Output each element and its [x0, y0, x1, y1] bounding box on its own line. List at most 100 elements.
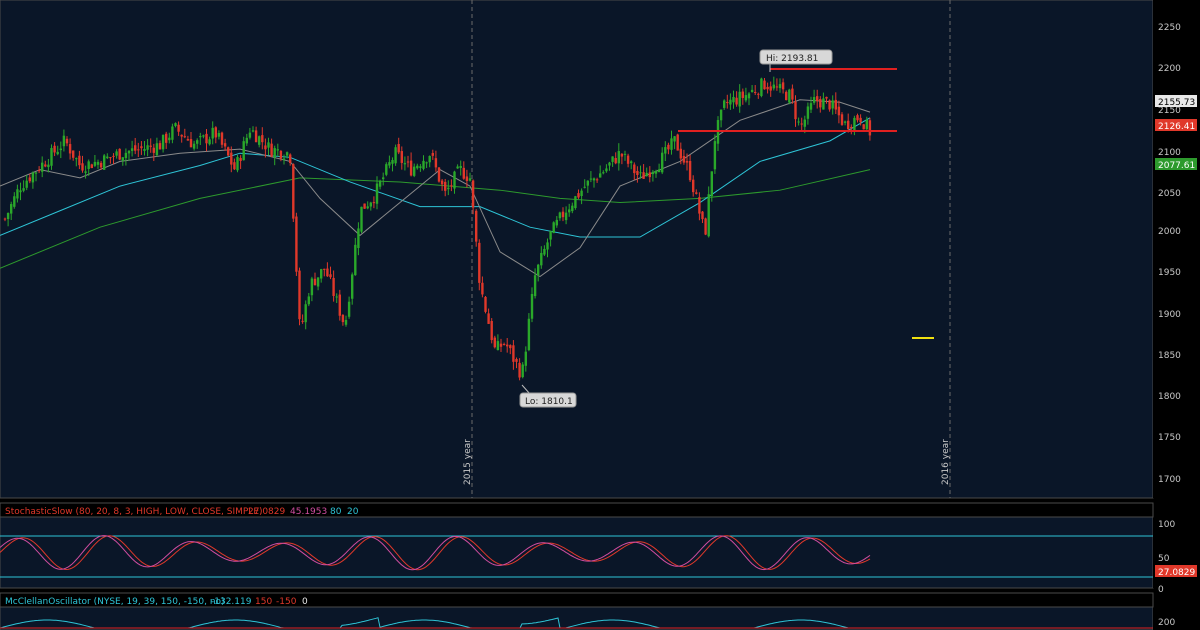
candle-body[interactable] [840, 114, 844, 125]
stochastic-title[interactable]: StochasticSlow (80, 20, 8, 3, HIGH, LOW,… [5, 507, 263, 517]
candle-body[interactable] [459, 165, 462, 168]
candle-body[interactable] [440, 180, 444, 185]
candle-body[interactable] [583, 186, 586, 188]
candle-body[interactable] [202, 135, 205, 137]
candle-body[interactable] [180, 134, 183, 137]
candle-body[interactable] [667, 144, 670, 150]
trading-chart[interactable]: 2015 year 2016 year 2250 2200 2150 2100 … [0, 0, 1200, 630]
candle-body[interactable] [648, 172, 651, 178]
candle-body[interactable] [19, 190, 22, 193]
candle-body[interactable] [868, 120, 872, 136]
mcclellan-title[interactable]: McClellanOscillator (NYSE, 19, 39, 150, … [5, 597, 225, 607]
candle-body[interactable] [481, 282, 484, 295]
candle-body[interactable] [196, 140, 199, 144]
candle-body[interactable] [165, 133, 168, 143]
candle-body[interactable] [375, 183, 379, 204]
candle-body[interactable] [865, 119, 868, 130]
candle-body[interactable] [320, 269, 323, 279]
candle-body[interactable] [137, 149, 140, 151]
candle-body[interactable] [794, 101, 797, 120]
candle-body[interactable] [673, 136, 676, 142]
candle-body[interactable] [267, 142, 270, 148]
candle-body[interactable] [775, 86, 779, 88]
candle-body[interactable] [493, 337, 496, 348]
candle-body[interactable] [788, 89, 791, 103]
candle-body[interactable] [124, 152, 128, 159]
candle-body[interactable] [428, 155, 431, 163]
candle-body[interactable] [595, 179, 599, 181]
candle-body[interactable] [561, 211, 565, 218]
candle-body[interactable] [719, 109, 723, 121]
candle-body[interactable] [143, 149, 146, 151]
candle-body[interactable] [413, 166, 416, 176]
candle-body[interactable] [828, 100, 831, 110]
candle-body[interactable] [298, 270, 301, 320]
candle-body[interactable] [515, 359, 518, 362]
candle-body[interactable] [639, 172, 642, 174]
candle-body[interactable] [487, 313, 490, 324]
candle-body[interactable] [679, 148, 682, 159]
candle-body[interactable] [704, 218, 707, 235]
candle-body[interactable] [602, 172, 605, 174]
candle-body[interactable] [217, 133, 221, 137]
candle-body[interactable] [664, 147, 667, 154]
candle-body[interactable] [90, 164, 93, 169]
candle-body[interactable] [227, 147, 230, 156]
candle-body[interactable] [856, 115, 859, 121]
candle-body[interactable] [657, 169, 661, 173]
candle-body[interactable] [406, 161, 410, 163]
candle-body[interactable] [785, 91, 788, 101]
candle-body[interactable] [543, 248, 546, 255]
candle-body[interactable] [772, 84, 775, 89]
candle-body[interactable] [378, 180, 382, 187]
candle-body[interactable] [564, 212, 568, 221]
candle-body[interactable] [214, 127, 217, 138]
candle-body[interactable] [313, 278, 317, 286]
candle-body[interactable] [552, 222, 555, 234]
candle-body[interactable] [850, 126, 853, 129]
candle-body[interactable] [447, 187, 450, 190]
candle-body[interactable] [403, 163, 407, 165]
candle-body[interactable] [34, 172, 38, 174]
candle-body[interactable] [670, 138, 673, 150]
candle-body[interactable] [586, 180, 589, 186]
candle-body[interactable] [499, 343, 503, 347]
candle-body[interactable] [434, 158, 438, 168]
candle-body[interactable] [106, 156, 109, 159]
candle-body[interactable] [738, 91, 741, 107]
candle-body[interactable] [533, 275, 537, 297]
candle-body[interactable] [661, 152, 664, 173]
candle-body[interactable] [651, 171, 655, 175]
candle-body[interactable] [41, 162, 44, 172]
candle-body[interactable] [248, 132, 252, 138]
candle-body[interactable] [103, 155, 106, 170]
candle-body[interactable] [419, 166, 422, 168]
candle-body[interactable] [99, 162, 103, 168]
candle-body[interactable] [245, 137, 248, 144]
candle-body[interactable] [22, 188, 25, 191]
candle-body[interactable] [161, 134, 165, 150]
candle-body[interactable] [363, 203, 366, 209]
candle-body[interactable] [62, 135, 66, 147]
candle-body[interactable] [571, 205, 574, 212]
candle-body[interactable] [397, 144, 400, 153]
candle-body[interactable] [701, 211, 704, 220]
candle-body[interactable] [183, 136, 186, 138]
candle-body[interactable] [366, 206, 369, 209]
candle-body[interactable] [592, 178, 596, 181]
candle-body[interactable] [682, 155, 686, 163]
candle-body[interactable] [270, 143, 273, 157]
candle-body[interactable] [537, 264, 540, 276]
candle-body[interactable] [555, 219, 558, 226]
candle-body[interactable] [735, 97, 738, 105]
candle-body[interactable] [409, 160, 413, 176]
candle-body[interactable] [230, 152, 233, 165]
candle-body[interactable] [791, 88, 794, 100]
candle-body[interactable] [729, 99, 732, 105]
candle-body[interactable] [462, 167, 465, 179]
candle-body[interactable] [800, 123, 803, 125]
candle-body[interactable] [304, 304, 307, 323]
candle-body[interactable] [710, 171, 713, 197]
candle-body[interactable] [549, 230, 552, 240]
candle-body[interactable] [189, 139, 193, 148]
